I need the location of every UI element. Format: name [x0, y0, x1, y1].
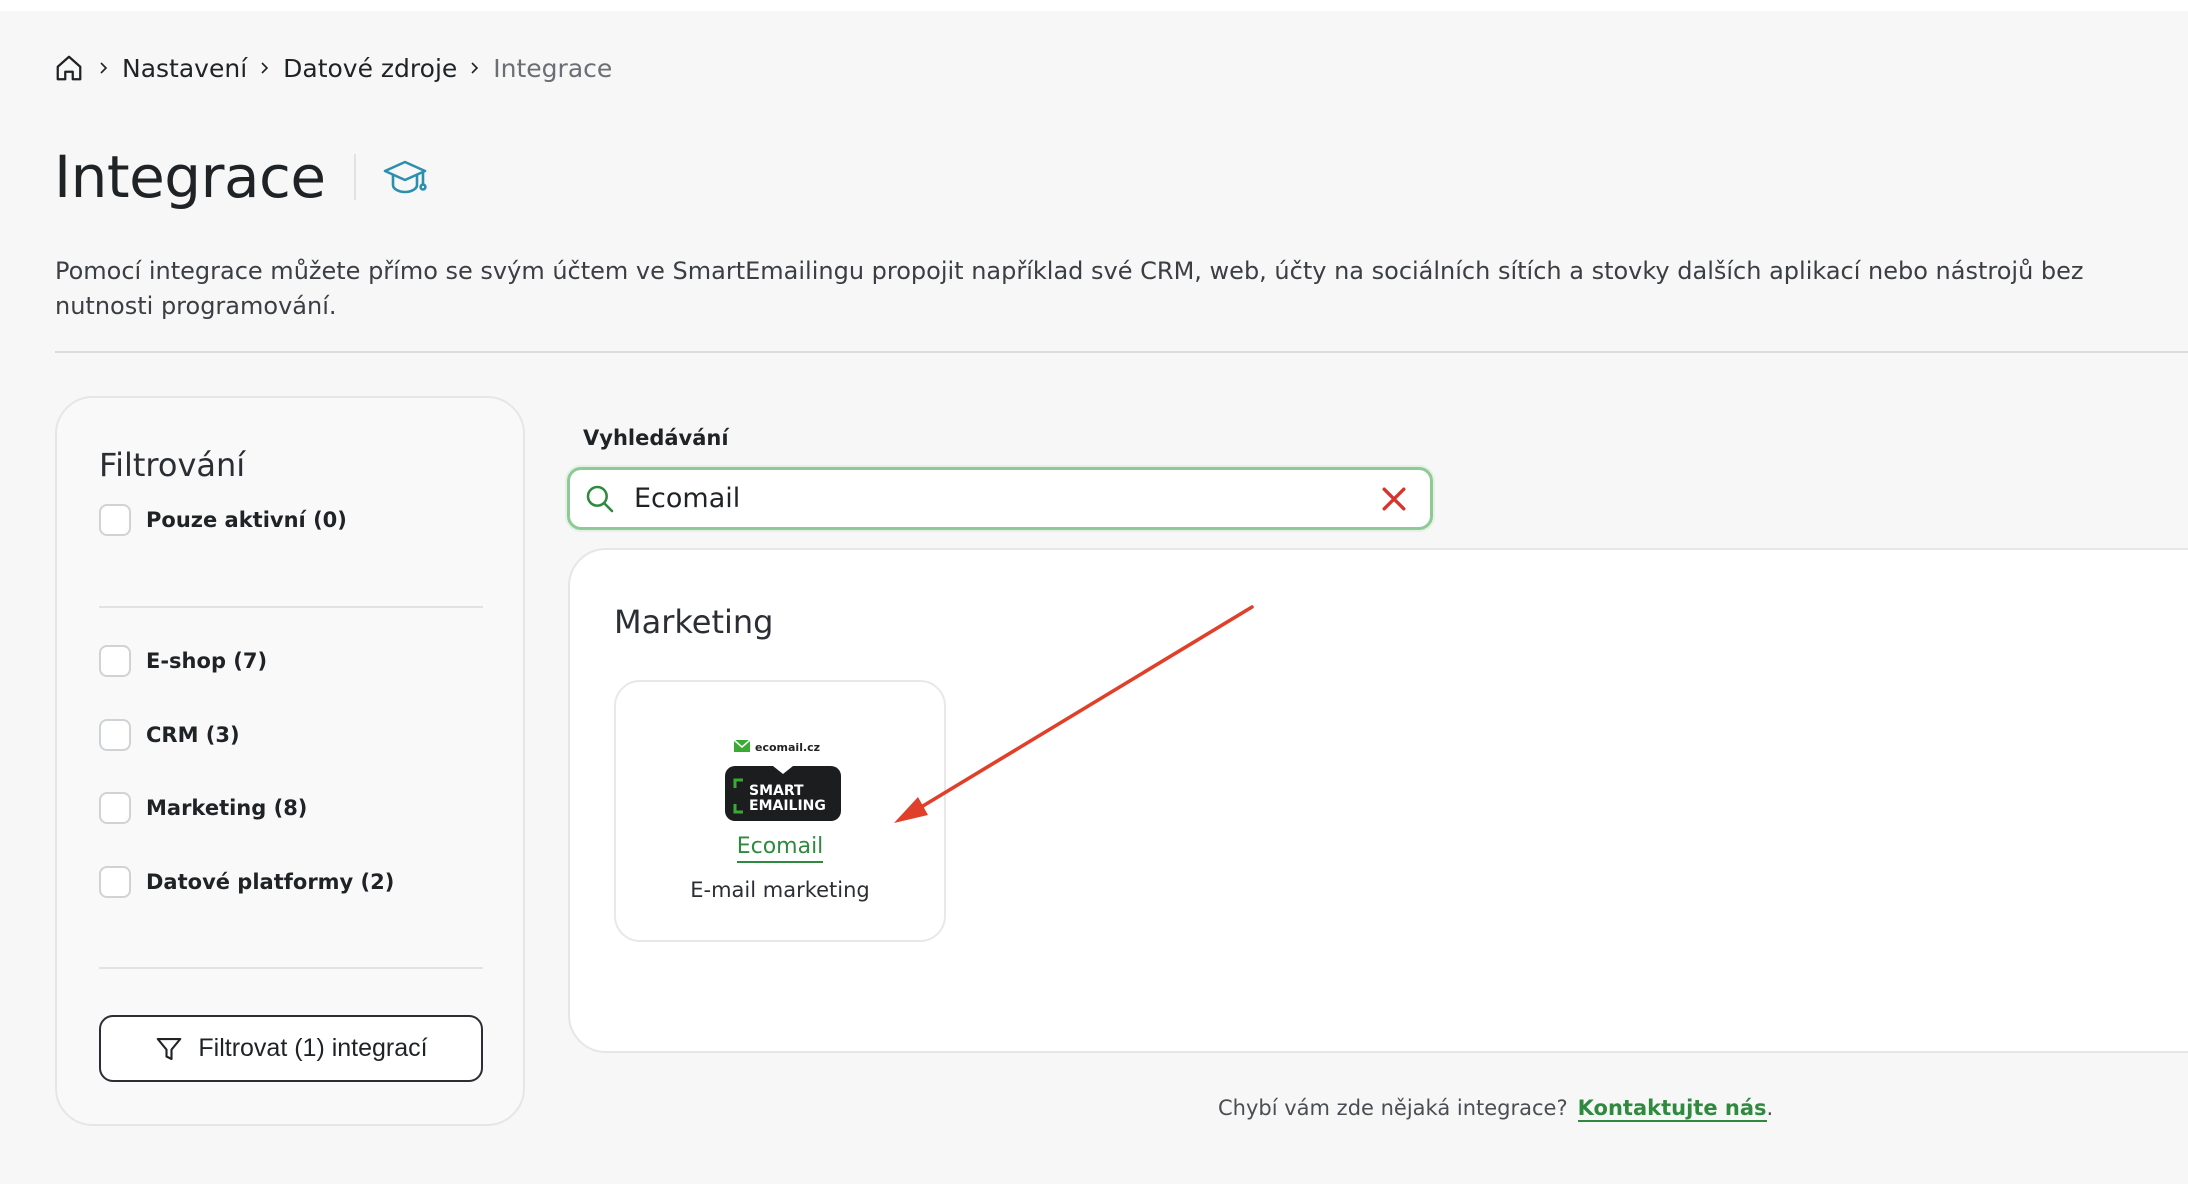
- breadcrumb-item-data-sources[interactable]: Datové zdroje: [283, 54, 457, 83]
- filter-button-label: Filtrovat (1) integrací: [198, 1034, 428, 1062]
- filter-title: Filtrování: [99, 446, 246, 484]
- search-box[interactable]: [567, 467, 1433, 530]
- svg-text:SMART: SMART: [749, 783, 804, 799]
- footer-question: Chybí vám zde nějaká integrace?: [1218, 1096, 1568, 1120]
- title-divider: [353, 154, 356, 200]
- filter-panel: Filtrování Pouze aktivní (0) E-shop (7) …: [55, 396, 525, 1126]
- svg-text:EMAILING: EMAILING: [749, 798, 826, 814]
- search-input[interactable]: [634, 483, 1376, 514]
- page-title: Integrace: [54, 143, 326, 211]
- funnel-icon: [154, 1034, 184, 1064]
- filter-only-active[interactable]: Pouze aktivní (0): [99, 504, 347, 536]
- filter-category-data-platforms[interactable]: Datové platformy (2): [99, 866, 394, 898]
- filter-category-label: E-shop (7): [146, 649, 268, 673]
- page: Nastavení Datové zdroje Integrace Integr…: [0, 11, 2188, 1184]
- filter-category-label: CRM (3): [146, 723, 240, 747]
- checkbox[interactable]: [99, 719, 131, 751]
- filter-category-eshop[interactable]: E-shop (7): [99, 645, 267, 677]
- integration-card-name[interactable]: Ecomail: [616, 834, 944, 863]
- intro-text: Pomocí integrace můžete přímo se svým úč…: [55, 257, 2084, 320]
- breadcrumb-item-integrations: Integrace: [493, 53, 613, 83]
- checkbox[interactable]: [99, 792, 131, 824]
- chevron-right-icon: [247, 61, 283, 75]
- checkbox[interactable]: [99, 645, 131, 677]
- results-panel: Marketing ecomail.cz SMART EMAILING Ecom…: [568, 548, 2188, 1053]
- filter-separator: [99, 606, 483, 608]
- filter-category-crm[interactable]: CRM (3): [99, 719, 240, 751]
- search-icon: [584, 481, 620, 517]
- contact-link[interactable]: Kontaktujte nás: [1577, 1096, 1767, 1122]
- section-title: Marketing: [614, 603, 774, 641]
- chevron-right-icon: [457, 61, 493, 75]
- filter-button[interactable]: Filtrovat (1) integrací: [99, 1015, 483, 1082]
- title-row: Integrace: [54, 137, 430, 217]
- integration-card-ecomail[interactable]: ecomail.cz SMART EMAILING Ecomail E-mail…: [614, 680, 946, 942]
- checkbox[interactable]: [99, 866, 131, 898]
- divider: [55, 351, 2188, 353]
- filter-category-label: Marketing (8): [146, 796, 308, 820]
- filter-category-label: Datové platformy (2): [146, 870, 395, 894]
- checkbox[interactable]: [99, 504, 131, 536]
- svg-text:ecomail.cz: ecomail.cz: [755, 741, 820, 754]
- close-icon[interactable]: [1376, 481, 1412, 517]
- breadcrumb: Nastavení Datové zdroje Integrace: [52, 48, 612, 88]
- graduation-cap-icon[interactable]: [382, 153, 430, 201]
- filter-category-marketing[interactable]: Marketing (8): [99, 792, 307, 824]
- filter-only-active-label: Pouze aktivní (0): [146, 508, 347, 532]
- filter-separator: [99, 967, 483, 969]
- chevron-right-icon: [86, 61, 122, 75]
- home-icon[interactable]: [52, 51, 86, 85]
- footer-period: .: [1766, 1096, 1774, 1120]
- integration-card-description: E-mail marketing: [690, 878, 870, 902]
- footer-note: Chybí vám zde nějaká integrace? Kontaktuj…: [1218, 1096, 1774, 1122]
- ecomail-smartemailing-logo: ecomail.cz SMART EMAILING: [725, 736, 841, 826]
- breadcrumb-item-settings[interactable]: Nastavení: [122, 54, 247, 83]
- search-label: Vyhledávání: [583, 426, 729, 450]
